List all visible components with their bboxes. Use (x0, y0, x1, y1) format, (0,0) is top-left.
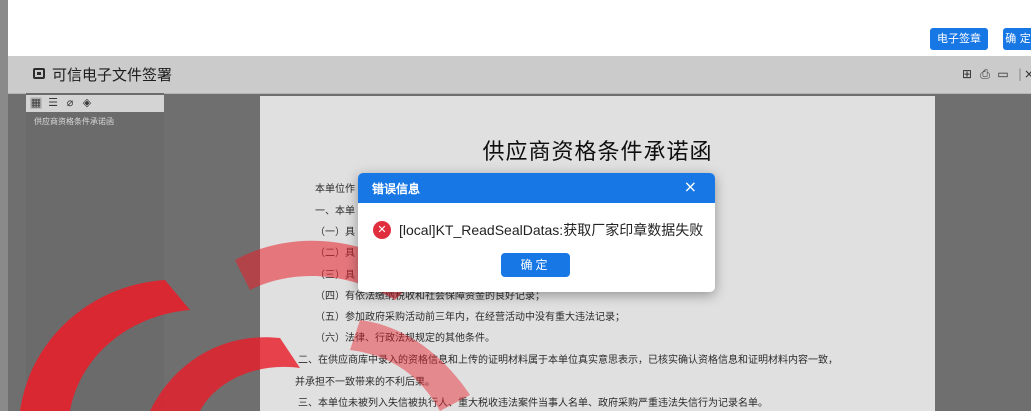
ok-button[interactable]: 确定 (501, 253, 570, 277)
top-action-bar: 电子签章 确 定 (8, 0, 1031, 56)
error-message: [local]KT_ReadSealDatas:获取厂家印章数据失败 (399, 222, 704, 238)
error-dialog: 错误信息 × ✕ [local]KT_ReadSealDatas:获取厂家印章数… (358, 173, 715, 292)
left-border (0, 0, 8, 411)
dialog-header: 错误信息 × (358, 173, 715, 203)
confirm-button[interactable]: 确 定 (1003, 28, 1031, 50)
error-icon: ✕ (373, 221, 391, 239)
close-icon[interactable]: × (684, 177, 697, 196)
dialog-title: 错误信息 (372, 182, 421, 196)
e-signature-button[interactable]: 电子签章 (930, 28, 988, 50)
